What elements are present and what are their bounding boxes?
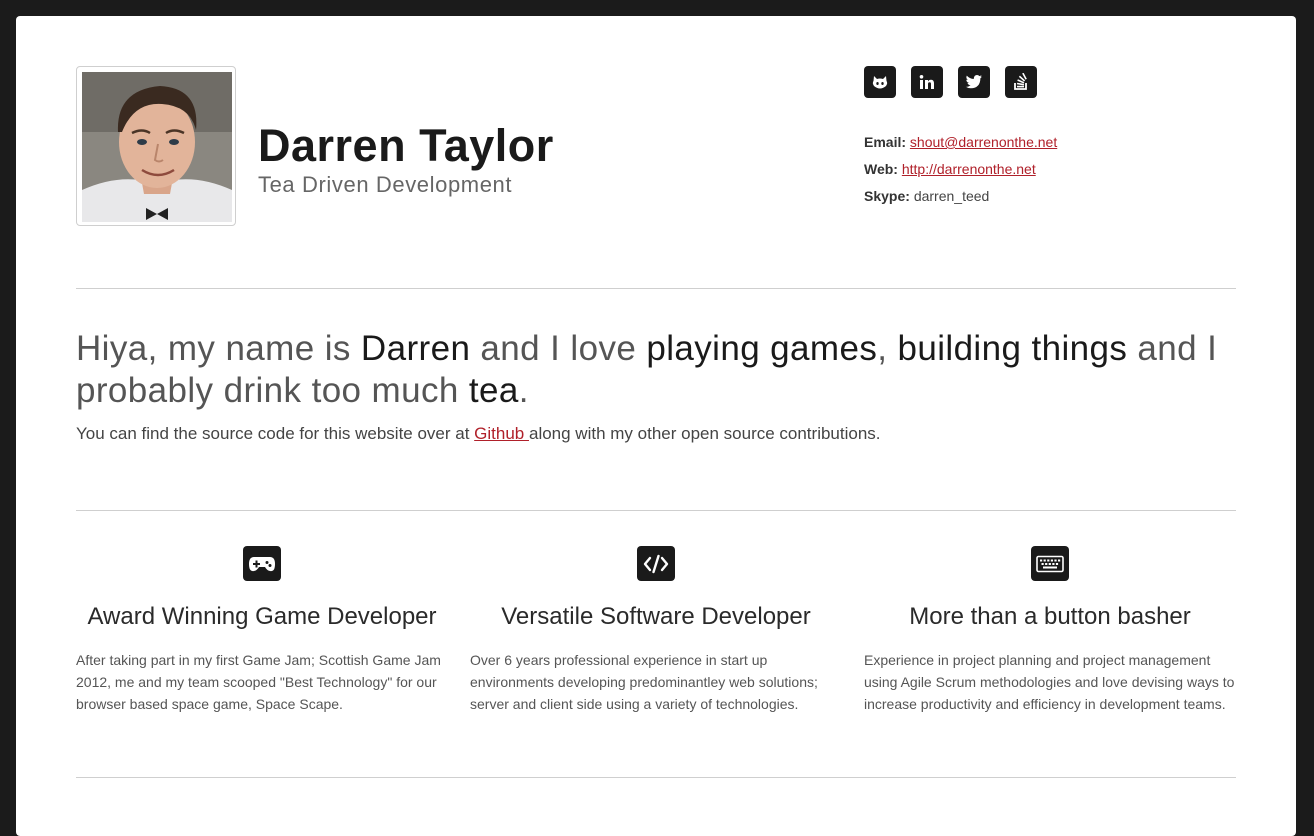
twitter-icon xyxy=(965,75,982,89)
feature-text: Over 6 years professional experience in … xyxy=(470,652,818,712)
divider xyxy=(76,777,1236,778)
contact-skype-row: Skype: darren_teed xyxy=(864,183,1057,210)
skype-label: Skype: xyxy=(864,188,910,204)
intro-highlight-name: Darren xyxy=(360,329,471,368)
twitter-link[interactable] xyxy=(958,66,990,98)
divider xyxy=(76,510,1236,511)
divider xyxy=(76,288,1236,289)
contact-info: Email: shout@darrenonthe.net Web: http:/… xyxy=(864,129,1057,210)
intro-text: and I love xyxy=(470,329,647,368)
github-link[interactable] xyxy=(864,66,896,98)
intro-highlight-games: playing games xyxy=(646,329,878,368)
intro-text: , xyxy=(877,329,898,368)
intro-text: . xyxy=(518,371,529,410)
source-note: You can find the source code for this we… xyxy=(76,424,881,444)
feature-button-basher: More than a button basher Experience in … xyxy=(864,546,1236,715)
github-icon xyxy=(872,76,888,89)
intro-highlight-building: building things xyxy=(897,329,1128,368)
linkedin-icon xyxy=(919,75,934,89)
feature-software-dev: Versatile Software Developer Over 6 year… xyxy=(470,546,842,715)
web-label: Web: xyxy=(864,161,898,177)
page-title: Darren Taylor xyxy=(258,120,554,171)
feature-title: Versatile Software Developer xyxy=(501,603,811,630)
feature-title: More than a button basher xyxy=(909,603,1191,630)
tagline: Tea Driven Development xyxy=(258,172,513,197)
stackoverflow-link[interactable] xyxy=(1005,66,1037,98)
page-card: Darren Taylor Tea Driven Development Ema… xyxy=(16,16,1296,836)
contact-email-row: Email: shout@darrenonthe.net xyxy=(864,129,1057,156)
contact-web-row: Web: http://darrenonthe.net xyxy=(864,156,1057,183)
intro-highlight-tea: tea xyxy=(468,371,519,410)
content-container: Darren Taylor Tea Driven Development Ema… xyxy=(76,16,1236,836)
skype-value: darren_teed xyxy=(913,188,990,204)
intro-text: Hiya, my name is xyxy=(76,329,361,368)
keyboard-icon xyxy=(1031,546,1069,581)
feature-text: Experience in project planning and proje… xyxy=(864,652,1235,712)
social-links xyxy=(864,66,1037,98)
email-label: Email: xyxy=(864,134,907,150)
github-source-link[interactable]: Github xyxy=(474,424,529,443)
email-link[interactable]: shout@darrenonthe.net xyxy=(910,134,1057,150)
stackoverflow-icon xyxy=(1014,73,1027,90)
web-link[interactable]: http://darrenonthe.net xyxy=(902,161,1036,177)
feature-title: Award Winning Game Developer xyxy=(87,603,437,630)
source-text: You can find the source code for this we… xyxy=(76,424,475,443)
intro-heading: Hiya, my name is Darren and I love playi… xyxy=(76,328,1236,412)
source-text: along with my other open source contribu… xyxy=(528,424,881,443)
avatar-frame xyxy=(76,66,236,226)
feature-text: After taking part in my first Game Jam; … xyxy=(76,652,441,712)
code-icon xyxy=(637,546,675,581)
avatar xyxy=(82,72,232,222)
gamepad-icon xyxy=(243,546,281,581)
feature-game-dev: Award Winning Game Developer After takin… xyxy=(76,546,448,715)
linkedin-link[interactable] xyxy=(911,66,943,98)
